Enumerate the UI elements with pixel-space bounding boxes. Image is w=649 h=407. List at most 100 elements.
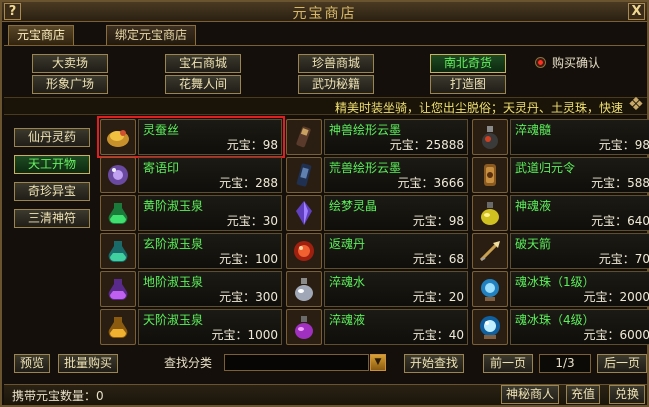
green-potion-icon[interactable] — [100, 195, 136, 231]
item-name: 灵蚕丝 — [143, 123, 180, 137]
category-button-market[interactable]: 大卖场 — [32, 54, 108, 73]
shop-item[interactable]: 灵蚕丝 元宝：98 — [97, 116, 285, 158]
buy-confirm-label: 购买确认 — [552, 56, 601, 70]
ink-block-icon[interactable] — [286, 157, 322, 193]
mystery-merchant-button[interactable]: 神秘商人 — [501, 385, 559, 404]
item-price: 元宝：98 — [412, 214, 464, 228]
item-name: 寄语印 — [143, 161, 180, 175]
ice-orb-icon[interactable] — [472, 271, 508, 307]
gold-potion-icon[interactable] — [100, 309, 136, 345]
shop-item[interactable]: 黄阶淑玉泉 元宝：30 — [100, 195, 282, 231]
silk-icon[interactable] — [100, 119, 136, 155]
close-button[interactable]: X — [628, 3, 645, 20]
item-price: 元宝：98 — [226, 138, 278, 152]
item-name: 地阶淑玉泉 — [143, 275, 204, 289]
shop-item[interactable]: 淬魂髓 元宝：98 — [472, 119, 649, 155]
item-price: 元宝：68 — [412, 252, 464, 266]
item-name: 黄阶淑玉泉 — [143, 199, 204, 213]
next-page-button[interactable]: 后一页 — [597, 354, 647, 373]
item-price: 元宝：3666 — [397, 176, 464, 190]
item-info: 荒兽绘形云墨 元宝：3666 — [324, 157, 468, 193]
item-name: 天阶淑玉泉 — [143, 313, 204, 327]
side-category-talismans[interactable]: 三清神符 — [14, 209, 90, 228]
start-search-button[interactable]: 开始查找 — [404, 354, 464, 373]
bulk-buy-button[interactable]: 批量购买 — [58, 354, 118, 373]
shop-item[interactable]: 绘梦灵晶 元宝：98 — [286, 195, 468, 231]
shop-item[interactable]: 寄语印 元宝：288 — [100, 157, 282, 193]
shop-item[interactable]: 神兽绘形云墨 元宝：25888 — [286, 119, 468, 155]
item-info: 黄阶淑玉泉 元宝：30 — [138, 195, 282, 231]
shop-item[interactable]: 武道归元令 元宝：588 — [472, 157, 649, 193]
carried-gold-label: 携带元宝数量：0 — [12, 389, 104, 403]
red-pill-icon[interactable] — [286, 233, 322, 269]
search-category-input[interactable] — [224, 354, 369, 371]
shop-item[interactable]: 神魂液 元宝：640 — [472, 195, 649, 231]
shop-item[interactable]: 地阶淑玉泉 元宝：300 — [100, 271, 282, 307]
seal-icon[interactable] — [100, 157, 136, 193]
item-price: 元宝：300 — [219, 290, 278, 304]
yellow-flask-icon[interactable] — [472, 195, 508, 231]
item-price: 元宝：100 — [219, 252, 278, 266]
shop-item[interactable]: 魂冰珠（4级） 元宝：6000 — [472, 309, 649, 345]
chevron-down-icon[interactable]: ▼ — [370, 354, 386, 371]
item-price: 元宝：30 — [226, 214, 278, 228]
prev-page-button[interactable]: 前一页 — [483, 354, 533, 373]
arrow-icon[interactable] — [472, 233, 508, 269]
shop-item[interactable]: 天阶淑玉泉 元宝：1000 — [100, 309, 282, 345]
shop-item[interactable]: 荒兽绘形云墨 元宝：3666 — [286, 157, 468, 193]
tab-bound-yuanbao-shop[interactable]: 绑定元宝商店 — [106, 25, 197, 45]
shop-item[interactable]: 破天箭 元宝：70 — [472, 233, 649, 269]
side-category-elixirs[interactable]: 仙丹灵药 — [14, 128, 90, 147]
ink-stick-icon[interactable] — [286, 119, 322, 155]
tab-yuanbao-shop[interactable]: 元宝商店 — [8, 25, 75, 45]
purple-flask-icon[interactable] — [286, 309, 322, 345]
recharge-button[interactable]: 充值 — [566, 385, 600, 404]
green-potion-icon[interactable] — [100, 233, 136, 269]
item-price: 元宝：640 — [591, 214, 649, 228]
ice-orb-big-icon[interactable] — [472, 309, 508, 345]
tab-divider — [4, 45, 645, 46]
category-button-blueprints[interactable]: 打造图 — [430, 75, 506, 94]
category-button-gem-mall[interactable]: 宝石商城 — [165, 54, 241, 73]
item-price: 元宝：40 — [412, 328, 464, 342]
bottle-icon[interactable] — [472, 119, 508, 155]
side-category-treasures[interactable]: 奇珍异宝 — [14, 182, 90, 201]
buy-confirm-radio[interactable] — [535, 57, 546, 68]
search-category-label: 查找分类 — [164, 356, 213, 370]
item-info: 破天箭 元宝：70 — [510, 233, 649, 269]
item-info: 神兽绘形云墨 元宝：25888 — [324, 119, 468, 155]
item-price: 元宝：98 — [598, 138, 649, 152]
exchange-button[interactable]: 兑换 — [609, 385, 645, 404]
item-price: 元宝：588 — [591, 176, 649, 190]
preview-button[interactable]: 预览 — [14, 354, 50, 373]
shop-item[interactable]: 魂冰珠（1级） 元宝：2000 — [472, 271, 649, 307]
category-button-pet-mall[interactable]: 珍兽商城 — [298, 54, 374, 73]
token-icon[interactable] — [472, 157, 508, 193]
category-button-rare-goods[interactable]: 南北奇货 — [430, 54, 506, 73]
category-button-flower-dance[interactable]: 花舞人间 — [165, 75, 241, 94]
announcement-marquee: 精美时装坐骑，让您出尘脱俗；天灵丹、土灵珠，快速 — [4, 97, 647, 115]
crystal-icon[interactable] — [286, 195, 322, 231]
item-info: 天阶淑玉泉 元宝：1000 — [138, 309, 282, 345]
shop-item[interactable]: 返魂丹 元宝：68 — [286, 233, 468, 269]
shop-item[interactable]: 玄阶淑玉泉 元宝：100 — [100, 233, 282, 269]
water-flask-icon[interactable] — [286, 271, 322, 307]
side-category-crafting[interactable]: 天工开物 — [14, 155, 90, 174]
item-price: 元宝：20 — [412, 290, 464, 304]
item-name: 神魂液 — [515, 199, 552, 213]
purple-potion-icon[interactable] — [100, 271, 136, 307]
item-name: 破天箭 — [515, 237, 552, 251]
item-info: 魂冰珠（1级） 元宝：2000 — [510, 271, 649, 307]
item-info: 魂冰珠（4级） 元宝：6000 — [510, 309, 649, 345]
item-info: 灵蚕丝 元宝：98 — [138, 119, 282, 155]
category-button-image-plaza[interactable]: 形象广场 — [32, 75, 108, 94]
category-button-martial-books[interactable]: 武功秘籍 — [298, 75, 374, 94]
shop-item[interactable]: 淬魂液 元宝：40 — [286, 309, 468, 345]
item-price: 元宝：1000 — [211, 328, 278, 342]
item-price: 元宝：25888 — [389, 138, 464, 152]
item-price: 元宝：2000 — [583, 290, 649, 304]
item-info: 神魂液 元宝：640 — [510, 195, 649, 231]
shop-item[interactable]: 淬魂水 元宝：20 — [286, 271, 468, 307]
item-price: 元宝：70 — [598, 252, 649, 266]
item-name: 绘梦灵晶 — [329, 199, 378, 213]
